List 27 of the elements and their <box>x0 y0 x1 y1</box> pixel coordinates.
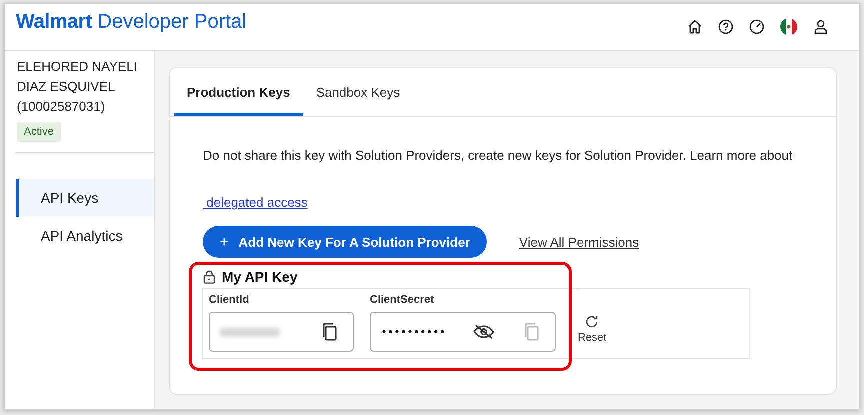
reset-button[interactable]: Reset <box>572 314 613 344</box>
sidebar-item[interactable]: API Analytics <box>16 217 154 255</box>
api-key-title: My API Key <box>222 269 298 285</box>
account-name: ELEHORED NAYELI DIAZ ESQUIVEL (10002587031) <box>17 58 138 116</box>
refresh-icon <box>584 314 600 330</box>
delegated-access-link[interactable]: delegated access <box>203 195 308 210</box>
secret-value: •••••••••• <box>381 326 446 338</box>
notice-text: Do not share this key with Solution Providers, create new keys for Solution Provider. Learn more about <box>203 148 794 163</box>
help-icon[interactable] <box>718 19 734 35</box>
gauge-icon[interactable] <box>749 19 765 35</box>
flag-icon[interactable] <box>780 18 798 36</box>
tab[interactable]: Sandbox Keys <box>303 68 414 116</box>
key-field[interactable]: •••••••••• <box>370 312 556 352</box>
portal-logo[interactable]: Walmart Developer Portal <box>16 10 247 34</box>
user-icon[interactable] <box>813 19 829 35</box>
permissions-link[interactable]: View All Permissions <box>519 234 640 250</box>
copy-icon[interactable] <box>321 322 339 342</box>
field-label: ClientId <box>209 294 250 306</box>
add-key-button[interactable]: + Add New Key For A Solution Provider <box>203 226 488 258</box>
sidebar-item[interactable]: API Keys <box>16 179 154 217</box>
eye-off-icon[interactable] <box>473 324 496 340</box>
lock-icon <box>203 270 216 284</box>
field-label: ClientSecret <box>370 294 436 306</box>
key-field[interactable] <box>209 312 354 352</box>
home-icon[interactable] <box>687 19 703 35</box>
tab[interactable]: Production Keys <box>174 68 304 116</box>
status-badge: Active <box>17 122 61 142</box>
